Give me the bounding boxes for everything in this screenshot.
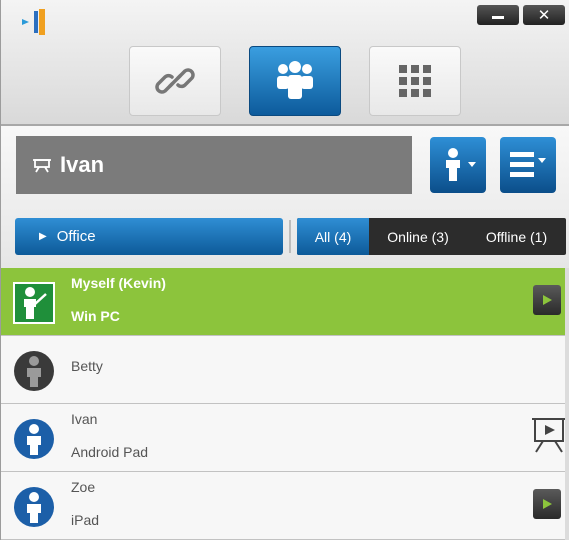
contact-row[interactable]: Betty	[1, 336, 569, 404]
online-user-avatar-icon	[14, 419, 54, 459]
contact-row[interactable]: Ivan Android Pad	[1, 404, 569, 472]
tab-all[interactable]: All (4)	[297, 218, 369, 255]
person-dropdown-icon	[446, 148, 476, 181]
mode-link-button[interactable]	[129, 46, 221, 116]
close-button[interactable]: ✕	[523, 5, 565, 25]
presentation-icon	[33, 159, 51, 173]
group-selector-button[interactable]: ▶ Office	[15, 218, 283, 255]
user-menu-button[interactable]	[430, 137, 486, 193]
mode-group-button[interactable]	[249, 46, 341, 116]
contact-device: Android Pad	[71, 444, 149, 460]
contact-device: iPad	[71, 512, 100, 528]
play-button[interactable]	[533, 489, 561, 519]
divider	[289, 220, 291, 253]
play-icon	[543, 499, 552, 509]
presentation-screen-icon[interactable]	[531, 416, 567, 454]
contact-name: Betty	[71, 358, 103, 374]
mode-grid-button[interactable]	[369, 46, 461, 116]
close-icon: ✕	[537, 6, 551, 24]
contact-name: Zoe	[71, 479, 96, 495]
minimize-icon	[492, 15, 504, 19]
tab-online[interactable]: Online (3)	[369, 218, 467, 255]
link-icon	[155, 68, 195, 94]
online-user-avatar-icon	[14, 487, 54, 527]
group-label: Office	[56, 228, 96, 245]
current-user-name: Ivan	[60, 152, 105, 177]
contact-name: Myself (Kevin)	[71, 275, 166, 291]
group-icon	[277, 61, 313, 99]
contact-row[interactable]: Zoe iPad	[1, 472, 569, 540]
contact-row[interactable]: Myself (Kevin) Win PC	[1, 268, 569, 336]
current-user-box: Ivan	[16, 136, 412, 194]
contact-name: Ivan	[71, 411, 98, 427]
grid-icon	[399, 65, 431, 97]
scrollbar[interactable]	[565, 268, 569, 540]
app-window: ✕ Ivan ▶ Office All (4) Online (3) Offli…	[0, 0, 569, 540]
minimize-button[interactable]	[477, 5, 519, 25]
main-menu-button[interactable]	[500, 137, 556, 193]
filter-tabs: All (4) Online (3) Offline (1)	[297, 218, 566, 255]
presenter-avatar-icon	[13, 282, 55, 324]
title-bar: ✕	[1, 0, 569, 126]
play-button[interactable]	[533, 285, 561, 315]
play-small-icon: ▶	[39, 231, 47, 242]
tab-offline[interactable]: Offline (1)	[467, 218, 566, 255]
app-logo-icon	[22, 9, 45, 35]
menu-dropdown-icon	[510, 152, 546, 177]
contact-device: Win PC	[71, 308, 120, 324]
play-icon	[543, 295, 552, 305]
offline-user-avatar-icon	[14, 351, 54, 391]
